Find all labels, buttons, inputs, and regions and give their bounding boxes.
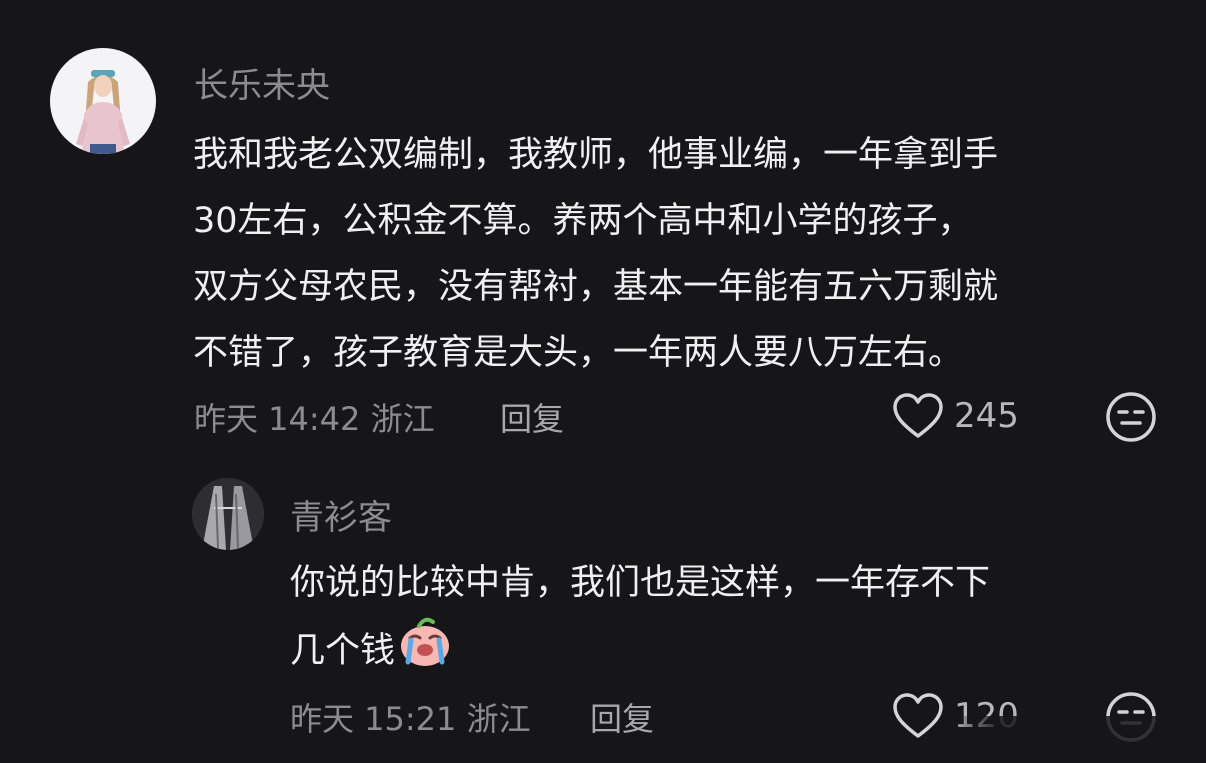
heart-outline-icon — [893, 393, 943, 438]
heart-outline-icon — [893, 693, 943, 738]
reply-time-location: 昨天 15:21 浙江 — [290, 700, 531, 738]
reply-text: 你说的比较中肯，我们也是这样，一年存不下 几个钱 — [290, 550, 1170, 690]
expressionless-face-icon — [1106, 392, 1156, 442]
crying-peach-emoji-icon — [397, 616, 453, 690]
comment-like-button[interactable]: 245 — [892, 392, 1019, 440]
comment-like-count: 245 — [954, 396, 1019, 436]
comment-time-location: 昨天 14:42 浙江 — [194, 400, 435, 438]
girl-portrait-avatar-image — [50, 48, 156, 154]
reply-text-content: 你说的比较中肯，我们也是这样，一年存不下 几个钱 — [290, 563, 991, 671]
twin-towers-avatar-image — [192, 478, 264, 550]
watermark-band — [950, 716, 1206, 763]
comment-text: 我和我老公双编制，我教师，他事业编，一年拿到手 30左右，公积金不算。养两个高中… — [193, 135, 999, 373]
comment-reaction-button[interactable] — [1105, 391, 1157, 447]
comment-reply-button[interactable]: 回复 — [500, 394, 564, 440]
commenter-avatar[interactable] — [50, 48, 156, 154]
replier-username[interactable]: 青衫客 — [290, 490, 392, 539]
commenter-username[interactable]: 长乐未央 — [194, 58, 330, 107]
replier-avatar[interactable] — [192, 478, 264, 550]
reply-reply-button[interactable]: 回复 — [590, 694, 654, 740]
